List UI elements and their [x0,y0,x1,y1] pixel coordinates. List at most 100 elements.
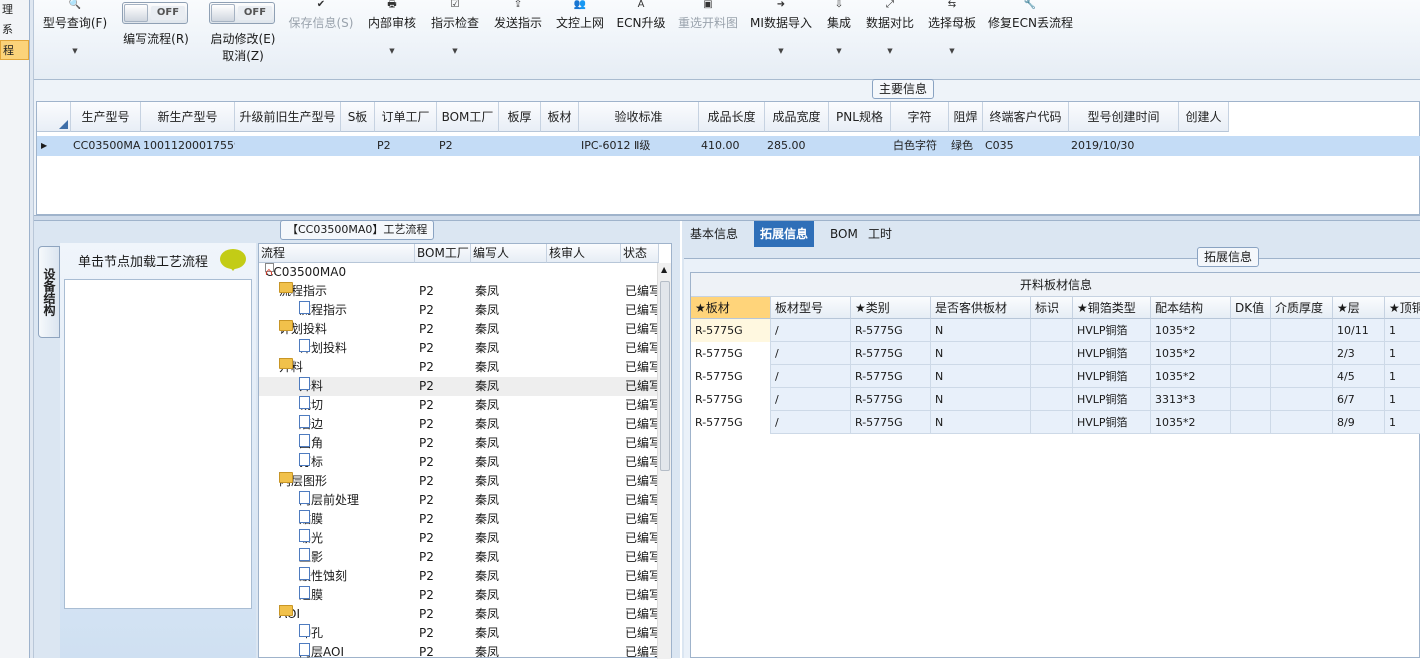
main-grid-column-header[interactable]: 新生产型号 [141,102,235,132]
board-grid-cell[interactable] [1031,365,1073,388]
board-grid-cell[interactable]: / [771,388,851,411]
tree-node[interactable]: −开料 [279,358,415,377]
board-grid-cell[interactable]: 1035*2 [1151,411,1231,434]
board-grid-cell[interactable] [1231,365,1271,388]
board-grid-cell[interactable]: HVLP铜箔 [1073,365,1151,388]
chevron-down-icon[interactable]: ▼ [748,47,814,55]
table-row[interactable]: R-5775G / R-5775G N HVLP铜箔 1035*2 2/3 1 [691,342,1420,365]
tree-node[interactable]: 冲孔 [299,624,415,643]
tree-row[interactable]: −开料 P2 秦凤 已编写 [259,358,659,377]
tab-bom[interactable]: BOM [824,221,864,247]
board-grid-cell[interactable] [1231,411,1271,434]
board-grid-cell[interactable]: / [771,319,851,342]
tree-row[interactable]: 打标 P2 秦凤 已编写 [259,453,659,472]
main-grid-column-header[interactable]: BOM工厂 [437,102,499,132]
board-grid-column-header[interactable]: DK值 [1231,297,1271,319]
main-grid-column-header[interactable]: PNL规格 [829,102,891,132]
board-grid-cell[interactable] [1231,342,1271,365]
fix-ecn-flow-button[interactable]: 🔧 修复ECN丢流程 [988,0,1073,78]
table-row[interactable]: R-5775G / R-5775G N HVLP铜箔 3313*3 6/7 1 [691,388,1420,411]
board-grid-cell[interactable]: 1 [1385,411,1420,434]
select-motherboard-button[interactable]: ⇆ 选择母板 ▼ [924,0,980,78]
tab-equipment-structure[interactable]: 设备结构 [38,246,60,338]
board-grid-cell[interactable]: N [931,365,1031,388]
internal-review-button[interactable]: 🖶 内部审核 ▼ [364,0,420,78]
main-grid-cell[interactable] [829,136,891,156]
board-grid-cell[interactable]: 1 [1385,365,1420,388]
tree-node[interactable]: 磨边 [299,415,415,434]
board-grid-cell[interactable] [1031,319,1073,342]
tree-node[interactable]: −AOI [279,605,415,624]
tree-row[interactable]: 计划投料 P2 秦凤 已编写 [259,339,659,358]
tree-node[interactable]: 开料 [299,377,415,396]
tree-row[interactable]: 显影 P2 秦凤 已编写 [259,548,659,567]
main-grid-column-header[interactable]: 板厚 [499,102,541,132]
tree-row[interactable]: 贴膜 P2 秦凤 已编写 [259,510,659,529]
tree-node[interactable]: −⌂CC03500MA0 [265,263,415,282]
board-grid-cell[interactable] [1231,319,1271,342]
chevron-down-icon[interactable]: ▼ [364,47,420,55]
board-grid-cell[interactable] [1271,342,1333,365]
board-grid-column-header[interactable]: 是否客供板材 [931,297,1031,319]
board-grid-column-header[interactable]: ★层 [1333,297,1385,319]
tree-node[interactable]: 流程指示 [299,301,415,320]
main-grid-cell[interactable] [235,136,341,156]
main-grid-cell[interactable]: 2019/10/30 [1069,136,1179,156]
reselect-cut-drawing-button[interactable]: ▣ 重选开料图 [674,0,742,78]
main-grid-cell[interactable]: 285.00 [765,136,829,156]
board-grid-cell[interactable]: 1035*2 [1151,342,1231,365]
cancel-modify-label[interactable]: 取消(Z) [200,47,286,64]
tree-row[interactable]: −⌂CC03500MA0 [259,263,659,282]
main-grid-column-header[interactable]: 成品宽度 [765,102,829,132]
main-grid-cell[interactable]: P2 [375,136,437,156]
integrate-button[interactable]: ⇩ 集成 ▼ [822,0,856,78]
board-grid-cell[interactable]: R-5775G [691,365,771,388]
main-grid-column-header[interactable]: S板 [341,102,375,132]
tree-node[interactable]: 内层AOI [299,643,415,662]
tree-row[interactable]: 退膜 P2 秦凤 已编写 [259,586,659,605]
tree-node[interactable]: 显影 [299,548,415,567]
board-grid-cell[interactable] [1271,411,1333,434]
scroll-up-icon[interactable]: ▲ [661,265,667,274]
board-grid-cell[interactable]: N [931,319,1031,342]
start-modify-toggle[interactable]: OFF [209,2,275,24]
grid-corner[interactable] [37,102,71,132]
tree-node[interactable]: −内层图形 [279,472,415,491]
board-grid-cell[interactable] [1031,388,1073,411]
main-grid-cell[interactable] [1179,136,1229,156]
tree-row[interactable]: 圆角 P2 秦凤 已编写 [259,434,659,453]
main-grid-column-header[interactable]: 创建人 [1179,102,1229,132]
tree-row[interactable]: −内层图形 P2 秦凤 已编写 [259,472,659,491]
board-grid-column-header[interactable]: 配本结构 [1151,297,1231,319]
scrollbar-thumb[interactable] [660,281,670,471]
chevron-down-icon[interactable]: ▼ [862,47,918,55]
main-grid-column-header[interactable]: 成品长度 [699,102,765,132]
board-grid-cell[interactable]: R-5775G [851,319,931,342]
board-grid-column-header[interactable]: ★铜箔类型 [1073,297,1151,319]
tree-column-header[interactable]: 流程 [259,244,415,263]
tree-row[interactable]: 酸性蚀刻 P2 秦凤 已编写 [259,567,659,586]
board-grid-cell[interactable]: 1 [1385,342,1420,365]
main-grid-cell[interactable] [499,136,541,156]
tree-node[interactable]: 裁切 [299,396,415,415]
board-grid-cell[interactable]: / [771,342,851,365]
speech-bubble-icon[interactable] [220,249,246,271]
tree-row[interactable]: −流程指示 P2 秦凤 已编写 [259,282,659,301]
tree-column-header[interactable]: 核审人 [547,244,621,263]
board-grid-cell[interactable]: R-5775G [851,388,931,411]
board-grid-cell[interactable] [1271,388,1333,411]
main-grid-column-header[interactable]: 板材 [541,102,579,132]
mi-import-button[interactable]: ➜ MI数据导入 ▼ [748,0,814,78]
board-grid-cell[interactable]: N [931,388,1031,411]
tree-node[interactable]: −流程指示 [279,282,415,301]
board-grid-cell[interactable]: 10/11 [1333,319,1385,342]
main-grid-column-header[interactable]: 阻焊 [949,102,983,132]
node-list-area[interactable] [64,279,252,609]
main-grid-cell[interactable]: P2 [437,136,499,156]
board-grid-cell[interactable]: 3313*3 [1151,388,1231,411]
table-row[interactable]: R-5775G / R-5775G N HVLP铜箔 1035*2 8/9 1 [691,411,1420,434]
tree-node[interactable]: 圆角 [299,434,415,453]
main-grid-cell[interactable]: CC03500MA0 [71,136,141,156]
main-grid-column-header[interactable]: 订单工厂 [375,102,437,132]
tree-node[interactable]: 打标 [299,453,415,472]
